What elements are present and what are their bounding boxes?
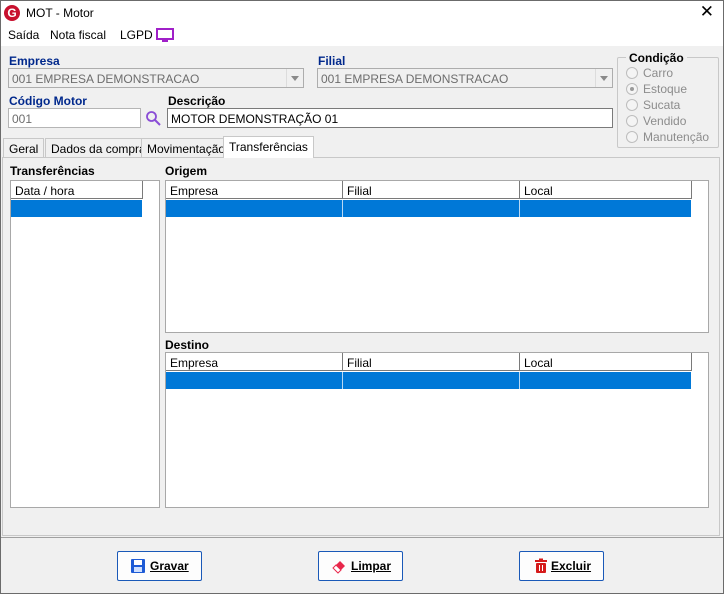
codigo-motor-label: Código Motor [9,94,87,108]
limpar-label: Limpar [351,559,392,573]
column-header-empresa[interactable]: Empresa [166,181,343,199]
app-logo-icon: G [4,5,20,21]
trash-icon [535,558,547,573]
tab-transferencias[interactable]: Transferências [223,136,314,158]
table-row-selected[interactable] [166,200,691,217]
save-icon [131,559,145,573]
close-icon[interactable]: ✕ [700,2,714,22]
origem-label: Origem [165,164,208,178]
radio-label: Manutenção [643,130,710,144]
origem-grid[interactable]: Empresa Filial Local [165,180,709,333]
column-header-data-hora[interactable]: Data / hora [11,181,143,199]
title-bar [0,0,724,26]
grid-header: Empresa Filial Local [166,181,692,199]
table-row-selected[interactable] [11,200,142,217]
monitor-icon[interactable] [156,28,174,43]
tab-geral[interactable]: Geral [3,138,45,157]
column-header-local[interactable]: Local [520,353,692,371]
condicao-title: Condição [626,51,687,65]
eraser-icon [332,561,345,574]
filial-label: Filial [318,54,346,68]
menu-item-saida[interactable]: Saída [8,28,39,42]
tab-movimentacao[interactable]: Movimentação [141,138,232,157]
radio-label: Vendido [643,114,687,128]
limpar-button[interactable]: Limpar [318,551,403,581]
chevron-down-icon[interactable] [595,69,612,87]
filial-select[interactable]: 001 EMPRESA DEMONSTRACAO [317,68,613,88]
gravar-label: Gravar [150,559,189,573]
divider [0,537,724,538]
column-header-filial[interactable]: Filial [343,181,520,199]
radio-button[interactable] [626,67,638,79]
empresa-select[interactable]: 001 EMPRESA DEMONSTRACAO [8,68,304,88]
filial-select-value: 001 EMPRESA DEMONSTRACAO [321,72,509,86]
chevron-down-icon[interactable] [286,69,303,87]
descricao-field[interactable]: MOTOR DEMONSTRAÇÃO 01 [167,108,613,128]
tab-dados-da-compra[interactable]: Dados da compra [45,138,152,157]
transferencias-grid[interactable]: Data / hora [10,180,160,508]
window-title: MOT - Motor [26,6,94,20]
transferencias-label: Transferências [10,164,95,178]
descricao-label: Descrição [168,94,226,108]
excluir-label: Excluir [551,559,592,573]
destino-label: Destino [165,338,210,352]
gravar-button[interactable]: Gravar [117,551,202,581]
empresa-select-value: 001 EMPRESA DEMONSTRACAO [12,72,200,86]
empresa-label: Empresa [9,54,60,68]
grid-header: Empresa Filial Local [166,353,692,371]
column-header-filial[interactable]: Filial [343,353,520,371]
column-header-empresa[interactable]: Empresa [166,353,343,371]
excluir-button[interactable]: Excluir [519,551,604,581]
radio-label: Sucata [643,98,681,112]
radio-label: Estoque [643,82,688,96]
descricao-value: MOTOR DEMONSTRAÇÃO 01 [171,112,339,126]
destino-grid[interactable]: Empresa Filial Local [165,352,709,508]
radio-button[interactable] [626,131,638,143]
codigo-motor-field[interactable]: 001 [8,108,141,128]
grid-header: Data / hora [11,181,143,199]
radio-label: Carro [643,66,674,80]
menu-item-lgpd[interactable]: LGPD [120,28,153,42]
search-icon[interactable] [145,110,161,126]
radio-button[interactable] [626,115,638,127]
menu-item-nota-fiscal[interactable]: Nota fiscal [50,28,106,42]
column-header-local[interactable]: Local [520,181,692,199]
radio-button-checked[interactable] [626,83,638,95]
table-row-selected[interactable] [166,372,691,389]
menu-bar [0,26,724,46]
codigo-motor-value: 001 [12,112,33,126]
radio-button[interactable] [626,99,638,111]
